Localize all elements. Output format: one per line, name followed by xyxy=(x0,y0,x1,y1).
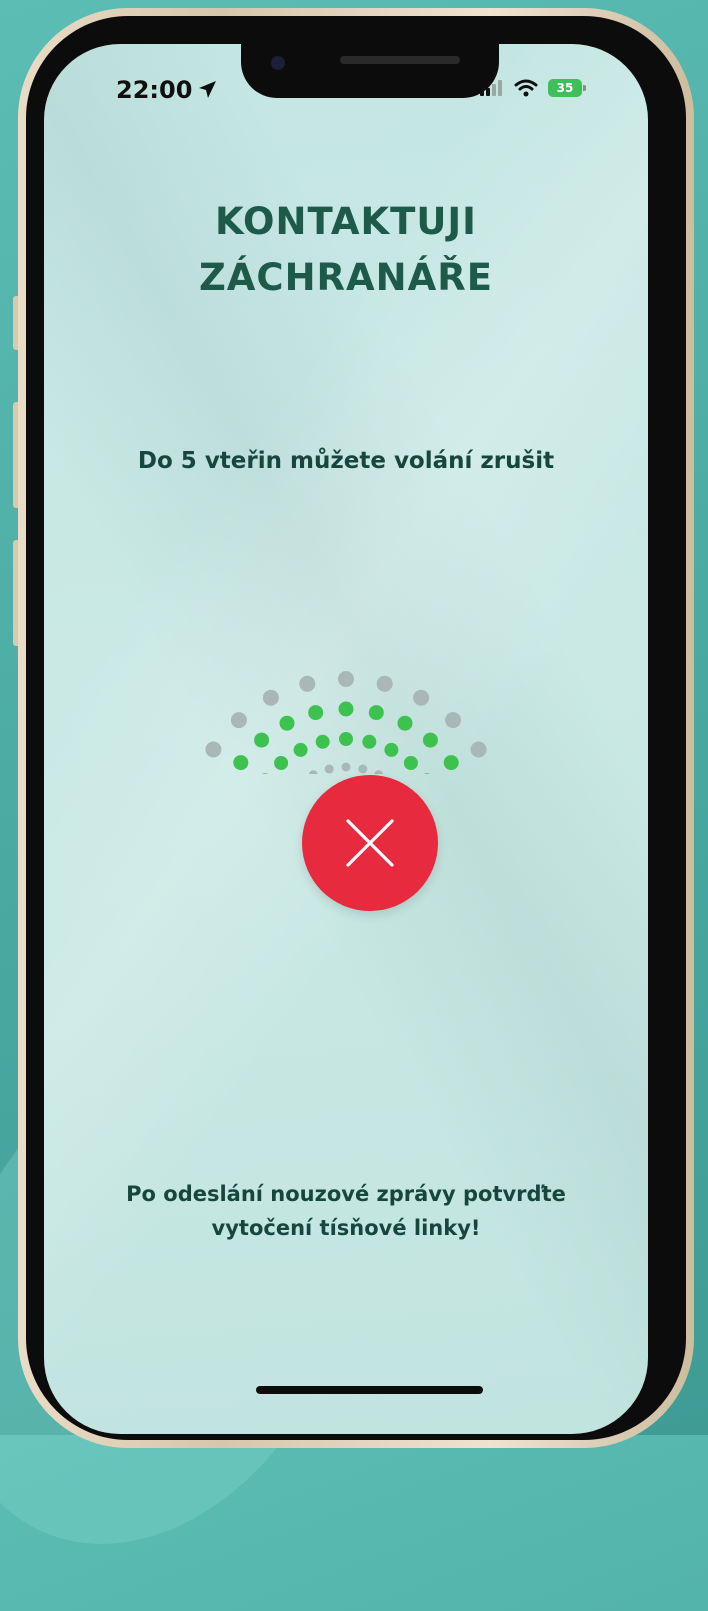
battery-icon: 35 xyxy=(548,79,586,97)
earpiece-speaker xyxy=(340,56,460,64)
signal-dot-2-0 xyxy=(261,773,269,774)
status-bar-time: 22:00 xyxy=(116,76,218,104)
cancel-countdown-text: Do 5 vteřin můžete volání zrušit xyxy=(137,448,555,474)
signal-dot-0-4 xyxy=(338,671,354,687)
signal-dot-1-3 xyxy=(308,705,324,721)
confirm-call-note: Po odeslání nouzové zprávy potvrďte vyto… xyxy=(44,1177,648,1245)
signal-dot-1-1 xyxy=(254,732,270,748)
signal-dot-2-3 xyxy=(315,734,330,749)
signal-dot-3-6 xyxy=(374,770,384,774)
signal-dot-1-6 xyxy=(397,715,413,731)
signal-dot-2-8 xyxy=(423,773,431,774)
signal-dot-0-3 xyxy=(299,675,316,692)
front-camera xyxy=(271,56,285,70)
wifi-icon xyxy=(514,79,538,97)
signal-dot-2-7 xyxy=(403,756,418,770)
clock-text: 22:00 xyxy=(116,76,193,104)
location-arrow-icon xyxy=(199,81,217,98)
signal-dot-3-4 xyxy=(341,762,351,772)
signal-dot-1-8 xyxy=(443,755,459,771)
signal-dot-2-2 xyxy=(293,742,308,757)
signal-dot-0-8 xyxy=(470,741,487,758)
close-icon xyxy=(346,819,394,867)
battery-level: 35 xyxy=(556,81,574,95)
signal-dot-3-5 xyxy=(358,764,368,774)
home-indicator xyxy=(256,1386,483,1394)
broadcast-signal-icon xyxy=(205,671,487,774)
status-bar-indicators: 35 xyxy=(480,79,586,97)
page-title: KONTAKTUJI ZÁCHRANÁŘE xyxy=(44,194,648,306)
signal-dot-2-4 xyxy=(339,732,353,746)
signal-dot-0-0 xyxy=(205,741,222,758)
signal-dot-0-2 xyxy=(262,689,279,706)
footer-line-2: vytočení tísňové linky! xyxy=(211,1216,481,1240)
signal-dot-0-1 xyxy=(230,712,247,729)
signal-dot-3-2 xyxy=(308,770,318,774)
signal-dot-0-5 xyxy=(376,675,393,692)
signal-dot-3-3 xyxy=(324,764,334,774)
signal-dot-0-7 xyxy=(445,712,462,729)
cancel-call-button[interactable] xyxy=(302,775,438,911)
signal-dot-1-7 xyxy=(422,732,438,748)
signal-dot-1-5 xyxy=(368,705,384,721)
signal-dot-1-4 xyxy=(338,701,354,717)
notch xyxy=(241,44,499,98)
signal-dot-1-0 xyxy=(233,755,249,771)
app-screen: 22:00 35 KONTAKTUJI ZÁCHRANÁŘE Do 5 vteř… xyxy=(44,44,648,1434)
title-line-2: ZÁCHRANÁŘE xyxy=(198,256,494,299)
signal-dot-2-5 xyxy=(362,734,377,749)
signal-dot-1-2 xyxy=(279,715,295,731)
title-line-1: KONTAKTUJI xyxy=(215,200,477,243)
signal-dot-0-6 xyxy=(413,689,430,706)
signal-icon xyxy=(480,80,502,96)
signal-dot-2-1 xyxy=(274,756,289,770)
footer-line-1: Po odeslání nouzové zprávy potvrďte xyxy=(126,1182,566,1206)
signal-dot-2-6 xyxy=(384,742,399,757)
